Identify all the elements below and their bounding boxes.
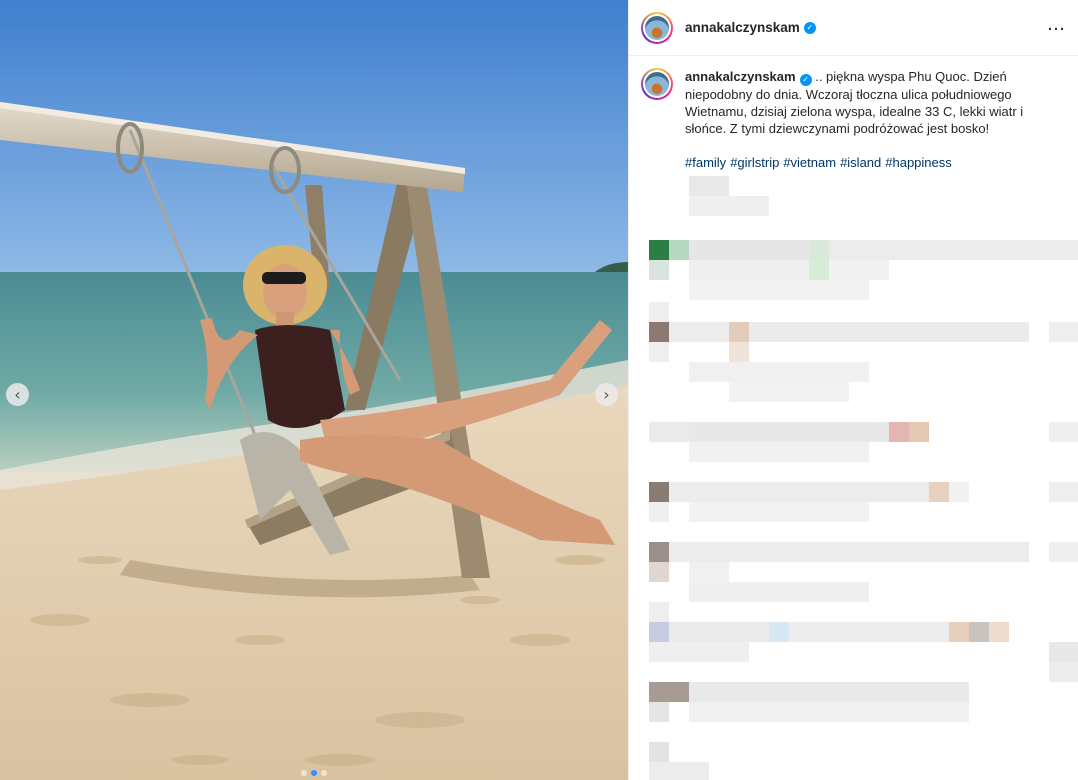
obscured-comment-block: [809, 260, 829, 280]
carousel-dot: [301, 770, 307, 776]
obscured-comment-block: [829, 260, 889, 280]
obscured-comment-block: [689, 196, 769, 216]
obscured-comment-block: [829, 240, 1078, 260]
obscured-comment-block: [789, 622, 949, 642]
obscured-comment-block: [649, 742, 669, 762]
obscured-comment-block: [649, 762, 709, 780]
carousel-dot: [311, 770, 317, 776]
obscured-comment-block: [649, 502, 669, 522]
obscured-comment-block: [689, 280, 869, 300]
obscured-comment-block: [1049, 662, 1078, 682]
caption-username[interactable]: annakalczynskam: [685, 69, 796, 84]
obscured-comment-block: [889, 422, 909, 442]
beach-swing-photo: [0, 0, 628, 780]
obscured-comment-block: [689, 442, 869, 462]
obscured-comment-block: [1049, 542, 1078, 562]
obscured-comment-block: [669, 482, 929, 502]
obscured-comment-block: [649, 682, 689, 702]
obscured-comment-block: [649, 322, 669, 342]
carousel-dot: [321, 770, 327, 776]
obscured-comment-block: [929, 482, 949, 502]
obscured-comment-block: [689, 582, 869, 602]
obscured-comment-block: [1049, 482, 1078, 502]
caption-profile-picture: [643, 70, 671, 98]
obscured-comment-block: [649, 482, 669, 502]
obscured-comment-block: [649, 260, 669, 280]
obscured-comment-block: [1049, 642, 1078, 662]
caption-verified-badge-icon: ✓: [799, 73, 812, 86]
obscured-comment-block: [769, 622, 789, 642]
obscured-comment-block: [649, 422, 689, 442]
obscured-comment-block: [969, 622, 989, 642]
obscured-comment-block: [689, 240, 809, 260]
chevron-right-icon: ›: [603, 384, 610, 404]
avatar[interactable]: [641, 11, 673, 44]
obscured-comment-block: [689, 362, 869, 382]
hashtag-link[interactable]: #vietnam: [783, 155, 836, 170]
obscured-comment-block: [949, 482, 969, 502]
post-caption: annakalczynskam ✓ .. piękna wyspa Phu Quo…: [629, 56, 1078, 171]
obscured-comment-block: [689, 682, 969, 702]
obscured-comment-block: [649, 562, 669, 582]
obscured-comment-block: [729, 322, 749, 342]
obscured-comments: [629, 176, 1078, 780]
obscured-comment-block: [1049, 322, 1078, 342]
obscured-comment-block: [949, 622, 969, 642]
obscured-comment-block: [649, 542, 669, 562]
post-media[interactable]: ‹ ›: [0, 0, 628, 780]
chevron-left-icon: ‹: [14, 384, 21, 404]
obscured-comment-block: [1049, 422, 1078, 442]
obscured-comment-block: [689, 562, 729, 582]
obscured-comment-block: [649, 642, 749, 662]
obscured-comment-block: [649, 702, 669, 722]
hashtag-link[interactable]: #family: [685, 155, 726, 170]
obscured-comment-block: [749, 322, 1029, 342]
obscured-comment-block: [809, 240, 829, 260]
obscured-comment-block: [649, 342, 669, 362]
previous-slide-button[interactable]: ‹: [6, 383, 29, 406]
obscured-comment-block: [689, 502, 869, 522]
post-side-panel: annakalczynskam ✓ … annakalczynskam ✓ .. …: [628, 0, 1078, 780]
obscured-comment-block: [909, 422, 929, 442]
obscured-comment-block: [689, 422, 889, 442]
obscured-comment-block: [669, 542, 1029, 562]
carousel-indicator: [0, 770, 628, 776]
profile-picture: [643, 13, 671, 42]
obscured-comment-block: [989, 622, 1009, 642]
more-options-icon[interactable]: …: [1047, 15, 1066, 40]
hashtag-link[interactable]: #happiness: [885, 155, 952, 170]
obscured-comment-block: [649, 302, 669, 322]
caption-avatar[interactable]: [641, 68, 673, 100]
obscured-comment-block: [689, 702, 969, 722]
obscured-comment-block: [689, 176, 729, 196]
hashtag-list: #family #girlstrip #vietnam #island #happine…: [685, 154, 1055, 171]
obscured-comment-block: [649, 602, 669, 622]
header-username[interactable]: annakalczynskam: [685, 20, 800, 35]
hashtag-link[interactable]: #girlstrip: [730, 155, 779, 170]
obscured-comment-block: [729, 342, 749, 362]
obscured-comment-block: [669, 622, 769, 642]
obscured-comment-block: [689, 260, 809, 280]
obscured-comment-block: [729, 382, 849, 402]
instagram-post: ‹ › annakalczynskam ✓ … annakalczynskam ✓…: [0, 0, 1078, 780]
post-header: annakalczynskam ✓ …: [629, 0, 1078, 56]
obscured-comment-block: [649, 240, 669, 260]
verified-badge-icon: ✓: [803, 21, 816, 34]
obscured-comment-block: [669, 322, 729, 342]
hashtag-link[interactable]: #island: [840, 155, 881, 170]
obscured-comment-block: [649, 622, 669, 642]
next-slide-button[interactable]: ›: [595, 383, 618, 406]
caption-body: annakalczynskam ✓ .. piękna wyspa Phu Quo…: [685, 68, 1055, 171]
obscured-comment-block: [669, 240, 689, 260]
